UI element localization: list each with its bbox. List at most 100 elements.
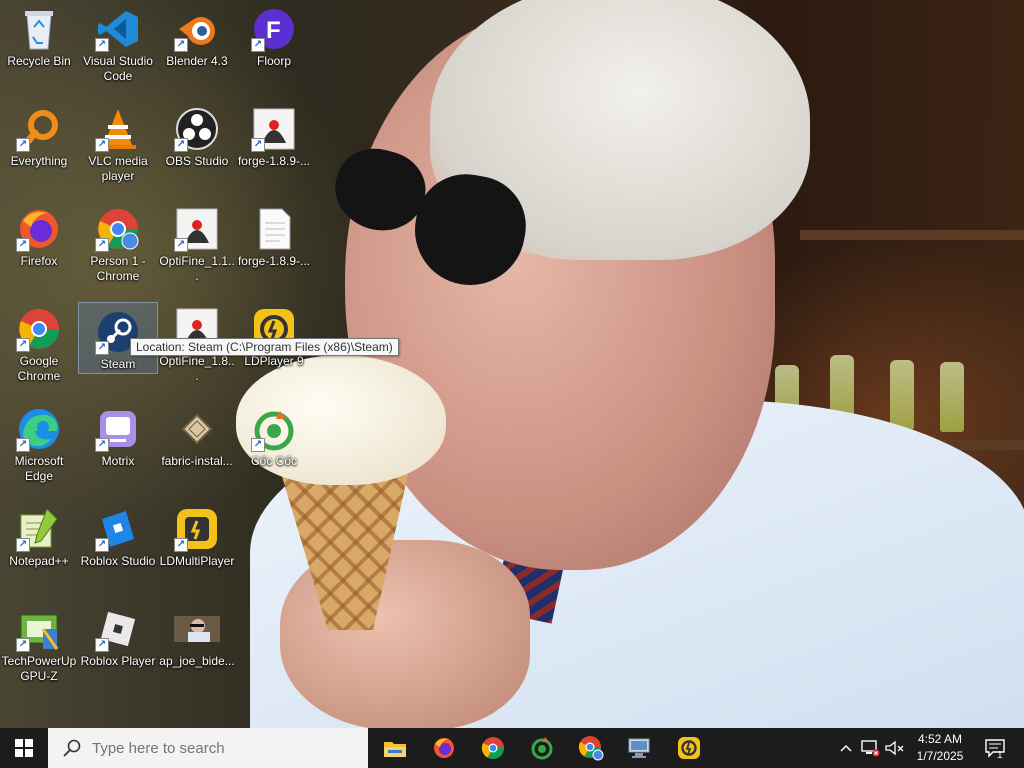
shortcut-arrow-icon: ↗ [16, 338, 30, 352]
desktop-icon-label: Steam [100, 357, 136, 371]
chrome-icon [481, 737, 504, 759]
shortcut-arrow-icon: ↗ [174, 38, 188, 52]
desktop-icon-label: fabric-instal... [161, 454, 233, 468]
desktop-icon-label: Recycle Bin [7, 54, 71, 68]
vlc-icon: ↗ [95, 106, 141, 152]
desktop-icon-label: Roblox Player [80, 654, 156, 668]
desktop-icon-everything[interactable]: ↗ Everything [0, 100, 78, 169]
notification-count-badge: 1 [997, 750, 1003, 761]
taskbar-clock[interactable]: 4:52 AM 1/7/2025 [905, 731, 975, 765]
desktop-icon-coccoc[interactable]: ↗ Cốc Cốc [235, 400, 313, 469]
start-button[interactable] [0, 728, 48, 768]
taskbar-firefox[interactable] [420, 728, 468, 768]
taskbar-coccoc[interactable] [518, 728, 566, 768]
desktop-icon-roblox-studio[interactable]: ↗ Roblox Studio [79, 500, 157, 569]
network-status-button[interactable] [858, 728, 882, 768]
shortcut-arrow-icon: ↗ [174, 238, 188, 252]
desktop-icon-label: Google Chrome [17, 354, 61, 383]
desktop-icon-label: Floorp [256, 54, 291, 68]
desktop-icon-edge[interactable]: ↗ Microsoft Edge [0, 400, 78, 484]
ldmultiplayer-icon: ↗ [174, 506, 220, 552]
volume-button[interactable] [882, 728, 906, 768]
coccoc-icon [531, 737, 553, 760]
vscode-icon: ↗ [95, 6, 141, 52]
desktop-icon-floorp[interactable]: F ↗ Floorp [235, 0, 313, 69]
gpuz-icon: ↗ [16, 606, 62, 652]
desktop-icon-vscode[interactable]: ↗ Visual Studio Code [79, 0, 157, 84]
chrome-profile-icon: ↗ [95, 206, 141, 252]
desktop-icon-obs[interactable]: ↗ OBS Studio [158, 100, 236, 169]
motrix-icon: ↗ [95, 406, 141, 452]
desktop-icon-motrix[interactable]: ↗ Motrix [79, 400, 157, 469]
desktop-icon-label: Motrix [101, 454, 135, 468]
clock-date: 1/7/2025 [916, 749, 964, 763]
floorp-icon: F ↗ [251, 6, 297, 52]
chevron-up-icon [840, 744, 852, 752]
desktop-icon-label: Firefox [20, 254, 58, 268]
desktop-icon-label: OptiFine_1.8... [159, 354, 235, 383]
desktop-icon-forge-doc[interactable]: forge-1.8.9-... [235, 200, 313, 269]
java-icon: ↗ [251, 106, 297, 152]
file-explorer-icon [384, 742, 406, 757]
desktop-icon-blender[interactable]: ↗ Blender 4.3 [158, 0, 236, 69]
shortcut-arrow-icon: ↗ [95, 638, 109, 652]
taskbar-file-explorer[interactable] [371, 728, 419, 768]
desktop-icon-recycle-bin[interactable]: Recycle Bin [0, 0, 78, 69]
shortcut-arrow-icon: ↗ [95, 538, 109, 552]
taskbar-chrome-person1[interactable] [567, 728, 615, 768]
image-thumbnail-icon [174, 606, 220, 652]
svg-text:F: F [266, 17, 281, 44]
desktop-icon-label: Cốc Cốc [250, 454, 297, 468]
roblox-studio-icon: ↗ [95, 506, 141, 552]
desktop-icon-firefox[interactable]: ↗ Firefox [0, 200, 78, 269]
desktop-icon-label: ap_joe_bide... [159, 654, 235, 668]
shortcut-arrow-icon: ↗ [251, 38, 265, 52]
shortcut-arrow-icon: ↗ [174, 538, 188, 552]
desktop-icon-label: Roblox Studio [80, 554, 156, 568]
speaker-muted-icon [885, 740, 904, 756]
taskbar-search-box[interactable] [48, 728, 368, 768]
search-input[interactable] [90, 738, 354, 758]
blender-icon: ↗ [174, 6, 220, 52]
desktop-icon-label: Notepad++ [9, 554, 69, 568]
desktop-icon-label: forge-1.8.9-... [237, 254, 311, 268]
desktop-icon-label: Blender 4.3 [166, 54, 228, 68]
desktop-icon-roblox-player[interactable]: ↗ Roblox Player [79, 600, 157, 669]
taskbar-chrome[interactable] [469, 728, 517, 768]
desktop-icon-ldmultiplayer[interactable]: ↗ LDMultiPlayer [158, 500, 236, 569]
desktop-icon-image-file[interactable]: ap_joe_bide... [158, 600, 236, 669]
java-icon: ↗ [174, 206, 220, 252]
action-center-button[interactable]: 1 [980, 728, 1010, 768]
shortcut-arrow-icon: ↗ [251, 138, 265, 152]
desktop-icon-chrome-person1[interactable]: ↗ Person 1 - Chrome [79, 200, 157, 284]
everything-search-icon: ↗ [16, 106, 62, 152]
taskbar-network-computer[interactable] [616, 728, 664, 768]
network-pc-icon [628, 738, 650, 758]
desktop-icon-label: OptiFine_1.1... [159, 254, 235, 283]
recycle-bin-icon [16, 6, 62, 52]
desktop-icon-ldplayer9[interactable]: ↗ LDPlayer 9 [235, 300, 313, 369]
desktop-icon-fabric-installer[interactable]: fabric-instal... [158, 400, 236, 469]
shortcut-arrow-icon: ↗ [95, 341, 109, 355]
desktop-icon-label: Person 1 - Chrome [90, 254, 146, 283]
obs-icon: ↗ [174, 106, 220, 152]
shortcut-arrow-icon: ↗ [251, 438, 265, 452]
shortcut-arrow-icon: ↗ [95, 38, 109, 52]
desktop-icon-label: TechPowerUp GPU-Z [1, 654, 77, 683]
desktop-icon-optifine-1[interactable]: ↗ OptiFine_1.1... [158, 200, 236, 284]
shortcut-arrow-icon: ↗ [16, 138, 30, 152]
desktop-icon-notepadpp[interactable]: ↗ Notepad++ [0, 500, 78, 569]
show-hidden-icons-button[interactable] [836, 728, 856, 768]
jar-icon [174, 406, 220, 452]
desktop-icon-label: VLC media player [88, 154, 148, 183]
document-icon [251, 206, 297, 252]
desktop-icon-gpuz[interactable]: ↗ TechPowerUp GPU-Z [0, 600, 78, 684]
chrome-icon: ↗ [16, 306, 62, 352]
desktop-icon-vlc[interactable]: ↗ VLC media player [79, 100, 157, 184]
desktop-icon-label: Microsoft Edge [14, 454, 64, 483]
taskbar-ldplayer[interactable] [665, 728, 713, 768]
desktop-icon-label: LDPlayer 9 [244, 354, 304, 368]
notepadpp-icon: ↗ [16, 506, 62, 552]
desktop-icon-google-chrome[interactable]: ↗ Google Chrome [0, 300, 78, 384]
desktop-icon-forge-jar[interactable]: ↗ forge-1.8.9-... [235, 100, 313, 169]
